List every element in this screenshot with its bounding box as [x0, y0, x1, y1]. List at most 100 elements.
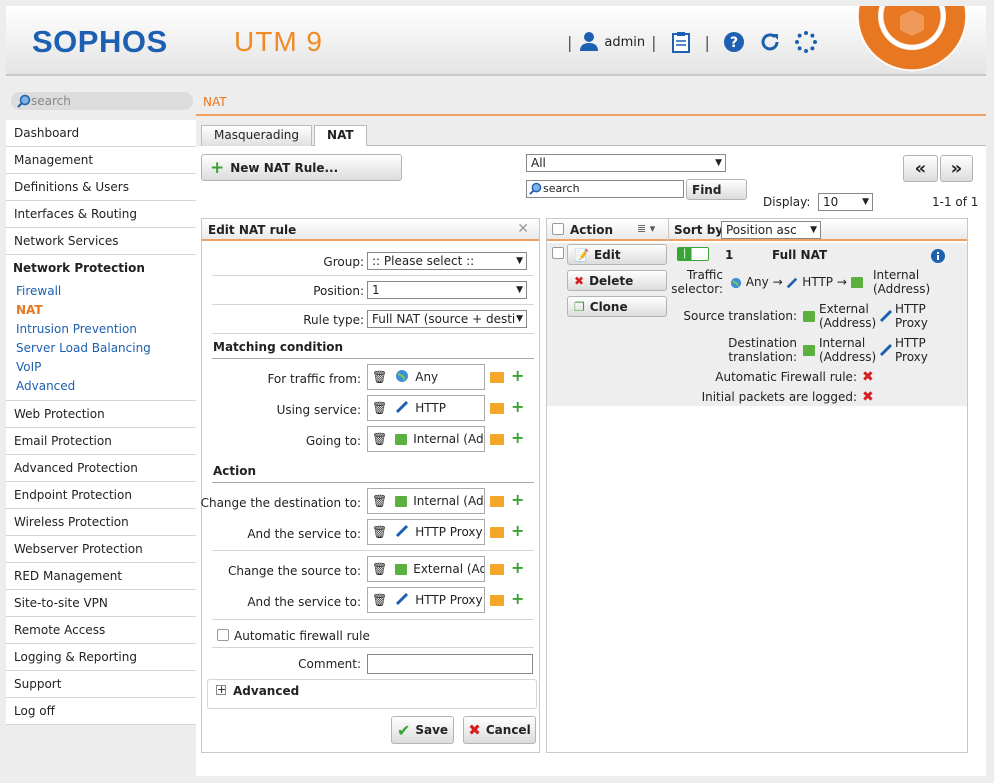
search-icon — [529, 182, 542, 200]
refresh-icon[interactable] — [758, 30, 782, 54]
nav-item-management[interactable]: Management — [6, 147, 196, 174]
trash-icon[interactable]: 🗑 — [372, 494, 387, 508]
disabled-x-icon: ✖ — [862, 369, 874, 385]
nav-item-wireless-protection[interactable]: Wireless Protection — [6, 509, 196, 536]
comment-input[interactable] — [367, 654, 533, 674]
nav-item-dashboard[interactable]: Dashboard — [6, 120, 196, 147]
nav-item-log-off[interactable]: Log off — [6, 698, 196, 725]
add-icon[interactable]: + — [511, 397, 524, 416]
trash-icon[interactable]: 🗑 — [372, 562, 387, 576]
trash-icon[interactable]: 🗑 — [372, 370, 387, 384]
clone-rule-button[interactable]: ❐ Clone — [567, 296, 667, 317]
user-name[interactable]: admin — [604, 35, 645, 50]
using-service-box[interactable]: 🗑 HTTP — [367, 395, 485, 421]
nav-item-site-to-site-vpn[interactable]: Site-to-site VPN — [6, 590, 196, 617]
rule-toggle[interactable]: | — [677, 247, 709, 261]
sort-by-select[interactable]: Position asc ▼ — [721, 221, 821, 239]
automatic-firewall-checkbox[interactable] — [217, 629, 229, 641]
change-destination-box[interactable]: 🗑 Internal (Addr — [367, 488, 485, 514]
folder-icon[interactable] — [490, 372, 504, 383]
nav-item-advanced-protection[interactable]: Advanced Protection — [6, 455, 196, 482]
column-menu-icon[interactable]: ≣ ▾ — [637, 222, 655, 235]
close-icon[interactable]: ✕ — [517, 221, 529, 237]
folder-icon[interactable] — [490, 564, 504, 575]
cancel-button[interactable]: ✖ Cancel — [463, 716, 536, 744]
edit-rule-button[interactable]: 📝 Edit — [567, 244, 667, 265]
folder-icon[interactable] — [490, 496, 504, 507]
folder-icon[interactable] — [490, 403, 504, 414]
nav-item-webserver-protection[interactable]: Webserver Protection — [6, 536, 196, 563]
nav-sub-nat[interactable]: NAT — [6, 301, 196, 320]
next-page-button[interactable]: » — [940, 155, 973, 182]
position-select[interactable]: 1 ▼ — [367, 281, 527, 299]
nav-sub-voip[interactable]: VoIP — [6, 358, 196, 377]
going-to-box[interactable]: 🗑 Internal (Addr — [367, 426, 485, 452]
save-button[interactable]: ✔ Save — [391, 716, 454, 744]
traffic-selector-label: Traffic selector: — [671, 268, 723, 296]
nav-item-remote-access[interactable]: Remote Access — [6, 617, 196, 644]
filter-select[interactable]: All ▼ — [526, 154, 726, 172]
add-icon[interactable]: + — [511, 366, 524, 385]
folder-icon[interactable] — [490, 527, 504, 538]
list-search-input[interactable]: search — [526, 180, 684, 198]
chevron-down-icon: ▼ — [810, 225, 817, 235]
automatic-firewall-rule-label: Automatic Firewall rule: — [715, 370, 857, 384]
nav-sub-intrusion-prevention[interactable]: Intrusion Prevention — [6, 320, 196, 339]
new-nat-rule-button[interactable]: + New NAT Rule... — [201, 154, 402, 181]
nav-bottom: Web Protection Email Protection Advanced… — [6, 401, 196, 725]
clipboard-icon[interactable] — [669, 30, 693, 54]
nav-item-definitions-users[interactable]: Definitions & Users — [6, 174, 196, 201]
nav-item-red-management[interactable]: RED Management — [6, 563, 196, 590]
ts-internal-l1: Internal — [873, 268, 920, 282]
service-plug-icon — [786, 275, 798, 289]
folder-icon[interactable] — [490, 434, 504, 445]
add-icon[interactable]: + — [511, 490, 524, 509]
nav-sub-advanced[interactable]: Advanced — [6, 377, 196, 396]
nav-item-logging-reporting[interactable]: Logging & Reporting — [6, 644, 196, 671]
nav-item-email-protection[interactable]: Email Protection — [6, 428, 196, 455]
help-icon[interactable]: ? — [722, 30, 746, 54]
trash-icon[interactable]: 🗑 — [372, 593, 387, 607]
tab-nat[interactable]: NAT — [314, 125, 367, 146]
add-icon[interactable]: + — [511, 558, 524, 577]
delete-rule-button[interactable]: ✖ Delete — [567, 270, 667, 291]
change-destination-label: Change the destination to: — [200, 496, 361, 510]
trash-icon[interactable]: 🗑 — [372, 432, 387, 446]
dst-internal: Internal (Address) — [819, 336, 876, 364]
rule-checkbox[interactable] — [552, 247, 564, 259]
group-select-value: :: Please select :: — [372, 254, 475, 268]
sidebar-search-input[interactable]: search — [11, 92, 193, 110]
display-count-select[interactable]: 10 ▼ — [818, 193, 873, 211]
user-icon[interactable] — [578, 30, 600, 55]
tab-masquerading[interactable]: Masquerading — [201, 125, 313, 146]
change-source-box[interactable]: 🗑 External (Add — [367, 556, 485, 582]
destination-service-box[interactable]: 🗑 HTTP Proxy — [367, 519, 485, 545]
src-external-l2: (Address) — [819, 316, 877, 330]
select-all-checkbox[interactable] — [552, 223, 564, 235]
nav-item-endpoint-protection[interactable]: Endpoint Protection — [6, 482, 196, 509]
prev-page-button[interactable]: « — [903, 155, 938, 182]
trash-icon[interactable]: 🗑 — [372, 401, 387, 415]
info-icon[interactable] — [931, 249, 945, 266]
position-select-value: 1 — [372, 283, 380, 297]
edit-panel-title: Edit NAT rule — [202, 219, 539, 241]
nav-sub-firewall[interactable]: Firewall — [6, 282, 196, 301]
traffic-from-box[interactable]: 🗑 Any — [367, 364, 485, 390]
source-service-box[interactable]: 🗑 HTTP Proxy — [367, 587, 485, 613]
nav-item-network-services[interactable]: Network Services — [6, 228, 196, 255]
rule-type-select[interactable]: Full NAT (source + destin ▼ — [367, 310, 527, 328]
expand-icon[interactable]: + — [216, 684, 226, 695]
add-icon[interactable]: + — [511, 589, 524, 608]
trash-icon[interactable]: 🗑 — [372, 525, 387, 539]
advanced-section[interactable]: + Advanced — [207, 679, 537, 709]
add-icon[interactable]: + — [511, 521, 524, 540]
group-select[interactable]: :: Please select :: ▼ — [367, 252, 527, 270]
nav-sub-server-load-balancing[interactable]: Server Load Balancing — [6, 339, 196, 358]
find-button[interactable]: Find — [686, 179, 747, 200]
nav-item-web-protection[interactable]: Web Protection — [6, 401, 196, 428]
add-icon[interactable]: + — [511, 428, 524, 447]
nav-item-interfaces-routing[interactable]: Interfaces & Routing — [6, 201, 196, 228]
nav-group-title[interactable]: Network Protection — [6, 255, 196, 282]
folder-icon[interactable] — [490, 595, 504, 606]
nav-item-support[interactable]: Support — [6, 671, 196, 698]
